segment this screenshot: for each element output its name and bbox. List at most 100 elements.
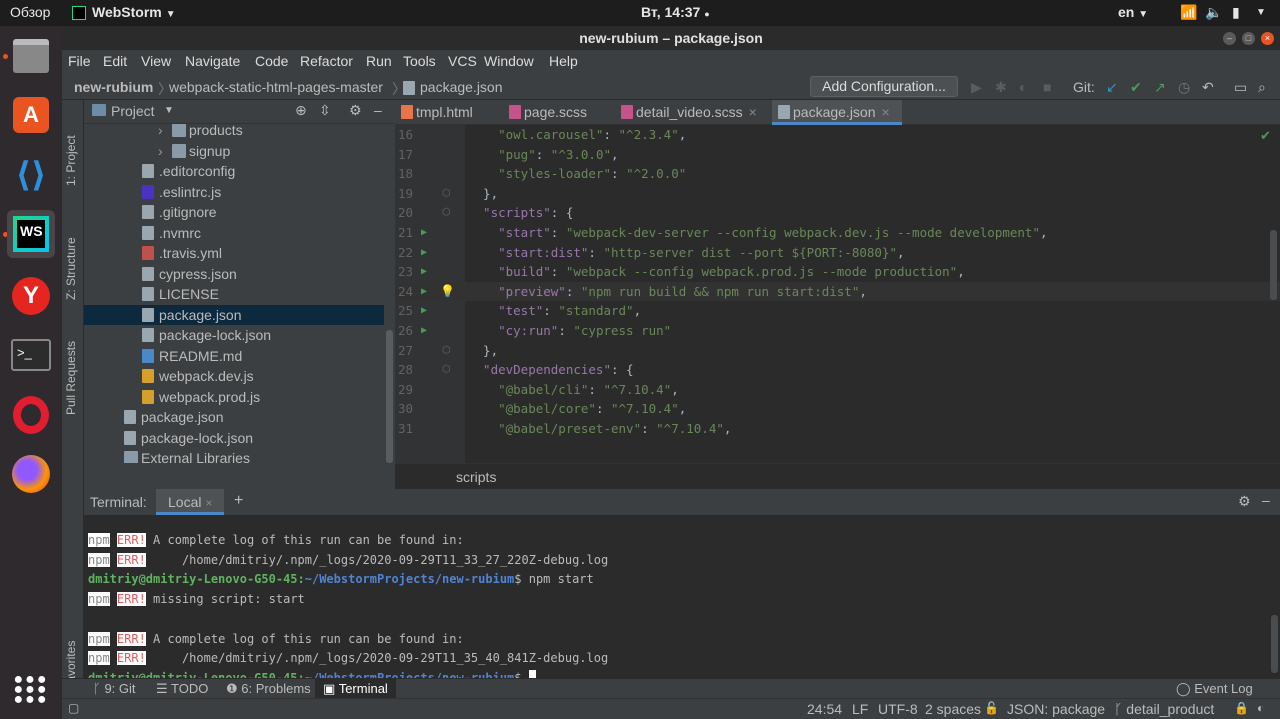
clock[interactable]: Вт, 14:37 ● bbox=[641, 4, 710, 20]
indent-setting[interactable]: 2 spaces bbox=[925, 701, 981, 717]
project-view-selector[interactable]: Project bbox=[111, 103, 155, 119]
tree-item[interactable]: .travis.yml bbox=[84, 243, 384, 263]
code-line[interactable]: 17 "pug": "^3.0.0", bbox=[395, 145, 1280, 165]
menu-view[interactable]: View bbox=[141, 53, 171, 69]
presentation-icon[interactable]: ▭ bbox=[1234, 79, 1247, 96]
code-line[interactable]: 19 ⬡ }, bbox=[395, 184, 1280, 204]
git-push-icon[interactable]: ↗ bbox=[1154, 79, 1166, 96]
chevron-right-icon[interactable]: › bbox=[158, 141, 163, 161]
git-commit-icon[interactable]: ✔ bbox=[1130, 79, 1142, 96]
run-script-icon[interactable]: ▶ bbox=[421, 243, 427, 263]
code-area[interactable]: 16 "owl.carousel": "^2.3.4", 17 "pug": "^… bbox=[395, 125, 1280, 463]
files-icon[interactable] bbox=[7, 32, 55, 80]
firefox-icon[interactable] bbox=[7, 450, 55, 498]
run-icon[interactable]: ▶ bbox=[971, 79, 982, 96]
structure-tool-tab[interactable]: Z: Structure bbox=[64, 237, 78, 300]
inspection-ok-icon[interactable]: ✔ bbox=[1260, 128, 1271, 144]
add-configuration-button[interactable]: Add Configuration... bbox=[810, 76, 958, 97]
terminal-tab-local[interactable]: Local × bbox=[156, 489, 225, 515]
locate-icon[interactable]: ⊕ bbox=[295, 102, 307, 119]
event-log-button[interactable]: ◯ Event Log bbox=[1176, 681, 1253, 697]
code-line[interactable]: 16 "owl.carousel": "^2.3.4", bbox=[395, 125, 1280, 145]
gear-icon[interactable]: ⚙ bbox=[349, 102, 362, 119]
breadcrumb-folder[interactable]: webpack-static-html-pages-master bbox=[169, 79, 383, 95]
code-line[interactable]: 26 ▶ "cy:run": "cypress run" bbox=[395, 321, 1280, 341]
tree-item[interactable]: .eslintrc.js bbox=[84, 182, 384, 202]
editor-scrollbar[interactable] bbox=[1270, 230, 1277, 300]
inspector-icon[interactable]: ◐ bbox=[1257, 701, 1264, 715]
tree-item[interactable]: .gitignore bbox=[84, 202, 384, 222]
code-line[interactable]: 23 ▶ "build": "webpack --config webpack.p… bbox=[395, 262, 1280, 282]
hide-icon[interactable]: – bbox=[374, 102, 382, 118]
menu-run[interactable]: Run bbox=[366, 53, 392, 69]
wifi-icon[interactable]: 📶 bbox=[1180, 4, 1197, 21]
fold-icon[interactable]: ⬡ bbox=[442, 360, 451, 380]
chevron-down-icon[interactable]: ▼ bbox=[164, 105, 174, 116]
maximize-icon[interactable]: □ bbox=[1242, 32, 1255, 45]
lock-icon[interactable]: 🔒 bbox=[1234, 701, 1249, 715]
terminal-icon[interactable]: >_ bbox=[7, 331, 55, 379]
search-icon[interactable]: ⌕ bbox=[1258, 79, 1266, 96]
close-tab-icon[interactable]: × bbox=[749, 104, 757, 120]
run-script-icon[interactable]: ▶ bbox=[421, 262, 427, 282]
code-line[interactable]: 21 ▶ "start": "webpack-dev-server --confi… bbox=[395, 223, 1280, 243]
menu-tools[interactable]: Tools bbox=[403, 53, 436, 69]
code-line[interactable]: 18 "styles-loader": "^2.0.0" bbox=[395, 164, 1280, 184]
coverage-icon[interactable]: ◐ bbox=[1019, 79, 1027, 95]
chevron-right-icon[interactable]: › bbox=[158, 124, 163, 140]
git-update-icon[interactable]: ↙ bbox=[1106, 79, 1118, 96]
project-tool-tab[interactable]: 1: Project bbox=[64, 135, 78, 186]
code-line[interactable]: 30 "@babel/core": "^7.10.4", bbox=[395, 399, 1280, 419]
code-line[interactable]: 22 ▶ "start:dist": "http-server dist --po… bbox=[395, 243, 1280, 263]
line-separator[interactable]: LF bbox=[852, 701, 868, 717]
tree-item[interactable]: LICENSE bbox=[84, 284, 384, 304]
history-icon[interactable]: ◷ bbox=[1178, 79, 1190, 96]
close-tab-icon[interactable]: × bbox=[882, 104, 890, 120]
menu-file[interactable]: File bbox=[68, 53, 91, 69]
vscode-icon[interactable]: ⟨⟩ bbox=[7, 151, 55, 199]
tree-item[interactable]: › products bbox=[84, 124, 384, 140]
keyboard-layout[interactable]: en ▼ bbox=[1118, 4, 1148, 20]
menu-vcs[interactable]: VCS bbox=[448, 53, 477, 69]
menu-window[interactable]: Window bbox=[484, 53, 534, 69]
tab-package-json[interactable]: package.json × bbox=[772, 100, 902, 125]
battery-icon[interactable]: ▮ bbox=[1232, 4, 1240, 21]
file-encoding[interactable]: UTF-8 bbox=[878, 701, 918, 717]
rollback-icon[interactable]: ↶ bbox=[1202, 79, 1214, 96]
software-center-icon[interactable]: A bbox=[7, 91, 55, 139]
app-menu[interactable]: WebStorm ▼ bbox=[72, 4, 176, 20]
structure-breadcrumb[interactable]: scripts bbox=[456, 469, 496, 485]
menu-navigate[interactable]: Navigate bbox=[185, 53, 240, 69]
tab-tmpl-html[interactable]: tmpl.html bbox=[401, 100, 499, 125]
menu-code[interactable]: Code bbox=[255, 53, 288, 69]
run-script-icon[interactable]: ▶ bbox=[421, 301, 427, 321]
breadcrumb-project[interactable]: new-rubium bbox=[74, 79, 153, 95]
show-applications-icon[interactable]: ●●● ●●● ●●● bbox=[7, 666, 55, 714]
code-line[interactable]: 24 ▶ 💡 "preview": "npm run build && npm ru… bbox=[395, 281, 1280, 302]
close-tab-icon[interactable]: × bbox=[205, 496, 212, 510]
breadcrumb-file[interactable]: package.json bbox=[420, 79, 503, 95]
activities-button[interactable]: Обзор bbox=[10, 4, 50, 20]
close-icon[interactable]: × bbox=[1261, 32, 1274, 45]
pull-requests-tool-tab[interactable]: Pull Requests bbox=[64, 341, 78, 415]
run-script-icon[interactable]: ▶ bbox=[421, 282, 427, 302]
run-script-icon[interactable]: ▶ bbox=[421, 321, 427, 341]
minimize-icon[interactable]: – bbox=[1223, 32, 1236, 45]
tree-item[interactable]: .nvmrc bbox=[84, 223, 384, 243]
terminal-tool-button[interactable]: ▣ Terminal bbox=[315, 679, 396, 698]
todo-tool-button[interactable]: ☰ TODO bbox=[156, 681, 208, 697]
toggle-tool-windows-icon[interactable]: ▢ bbox=[68, 701, 79, 715]
tree-item[interactable]: package.json bbox=[84, 407, 384, 427]
tree-item[interactable]: README.md bbox=[84, 346, 384, 366]
code-line[interactable]: 29 "@babel/cli": "^7.10.4", bbox=[395, 380, 1280, 400]
caret-position[interactable]: 24:54 bbox=[807, 701, 842, 717]
run-script-icon[interactable]: ▶ bbox=[421, 223, 427, 243]
tree-item[interactable]: .editorconfig bbox=[84, 161, 384, 181]
tab-detail-video-scss[interactable]: detail_video.scss × bbox=[621, 100, 765, 125]
fold-icon[interactable]: ⬡ bbox=[442, 184, 451, 204]
tree-item[interactable]: External Libraries bbox=[84, 448, 384, 463]
stop-icon[interactable]: ■ bbox=[1043, 79, 1051, 95]
volume-icon[interactable]: 🔈 bbox=[1205, 4, 1222, 21]
code-line[interactable]: 25 ▶ "test": "standard", bbox=[395, 301, 1280, 321]
tree-item[interactable]: webpack.dev.js bbox=[84, 366, 384, 386]
